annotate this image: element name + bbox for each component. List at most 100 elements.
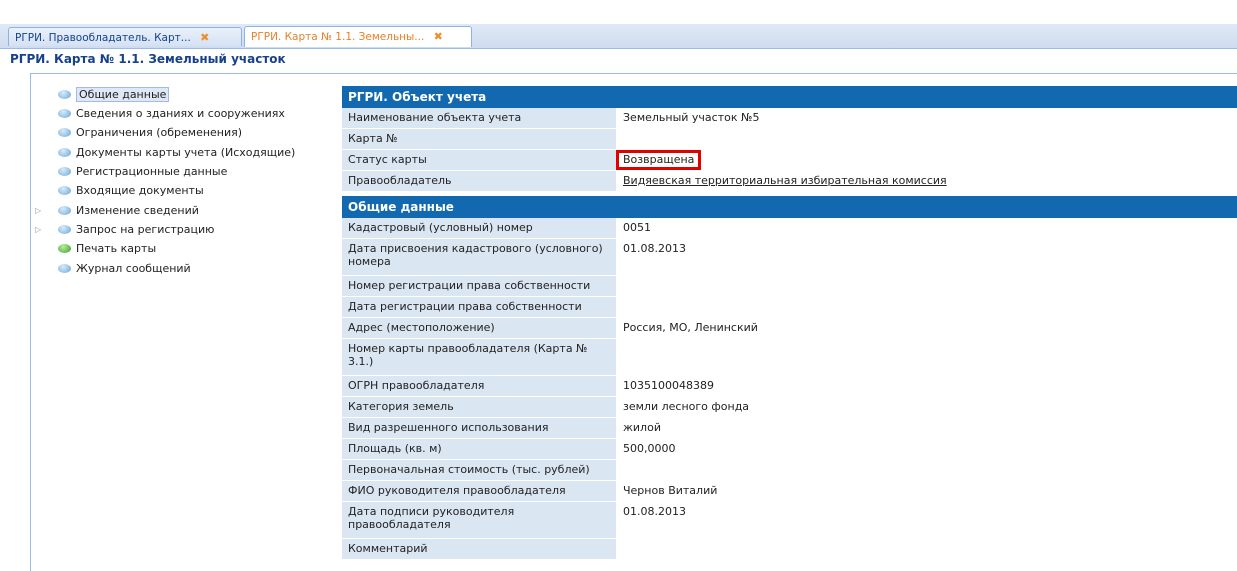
tree-item-buildings[interactable]: Сведения о зданиях и сооружениях — [58, 105, 285, 123]
property-row: Площадь (кв. м) 500,0000 — [342, 439, 1237, 460]
tree-item-label: Журнал сообщений — [76, 262, 191, 275]
property-value: 500,0000 — [617, 439, 1237, 459]
tab-label: РГРИ. Карта № 1.1. Земельны... — [251, 31, 425, 43]
close-icon[interactable]: ✖ — [434, 30, 443, 43]
tree-item-outgoing-documents[interactable]: Документы карты учета (Исходящие) — [58, 144, 295, 162]
tree-item-label: Регистрационные данные — [76, 165, 228, 178]
rightholder-link[interactable]: Видяевская территориальная избирательная… — [623, 174, 947, 187]
property-value — [617, 539, 1237, 559]
tree-item-changes[interactable]: ▷ Изменение сведений — [35, 202, 199, 220]
property-value: 01.08.2013 — [617, 502, 1237, 538]
property-value: Россия, МО, Ленинский — [617, 318, 1237, 338]
property-label: Категория земель — [342, 397, 617, 417]
property-label: Адрес (местоположение) — [342, 318, 617, 338]
tree-item-label: Изменение сведений — [76, 204, 199, 217]
info-icon — [58, 147, 71, 157]
property-row: Номер регистрации права собственности — [342, 276, 1237, 297]
property-row: Правообладатель Видяевская территориальн… — [342, 171, 1237, 192]
property-label: ОГРН правообладателя — [342, 376, 617, 396]
top-band — [0, 0, 1237, 24]
property-row: ФИО руководителя правообладателя Чернов … — [342, 481, 1237, 502]
property-value: Земельный участок №5 — [617, 108, 1237, 128]
property-label: Номер регистрации права собственности — [342, 276, 617, 296]
tree-item-label: Запрос на регистрацию — [76, 223, 215, 236]
info-icon — [58, 185, 71, 195]
property-label: Дата регистрации права собственности — [342, 297, 617, 317]
property-value: 01.08.2013 — [617, 239, 1237, 275]
property-label: Дата присвоения кадастрового (условного)… — [342, 239, 617, 275]
property-label: Кадастровый (условный) номер — [342, 218, 617, 238]
tree-item-label: Ограничения (обременения) — [76, 126, 243, 139]
page-title: РГРИ. Карта № 1.1. Земельный участок — [0, 49, 1237, 73]
property-row: Комментарий — [342, 539, 1237, 560]
property-value: 0051 — [617, 218, 1237, 238]
property-label: Наименование объекта учета — [342, 108, 617, 128]
property-row: Кадастровый (условный) номер 0051 — [342, 218, 1237, 239]
tab-bar: РГРИ. Правообладатель. Карт... ✖ РГРИ. К… — [0, 24, 1237, 49]
tree-item-registration-data[interactable]: Регистрационные данные — [58, 163, 227, 181]
main-panel: Общие данные Сведения о зданиях и сооруж… — [30, 73, 1237, 571]
property-row: Дата подписи руководителя правообладател… — [342, 502, 1237, 539]
property-row: Категория земель земли лесного фонда — [342, 397, 1237, 418]
property-label: Номер карты правообладателя (Карта № 3.1… — [342, 339, 617, 375]
property-value: Возвращена — [616, 150, 1237, 170]
info-icon — [58, 108, 71, 118]
tab-label: РГРИ. Правообладатель. Карт... — [15, 32, 191, 44]
info-icon — [58, 224, 71, 234]
section-header-general: Общие данные — [342, 196, 1237, 218]
property-label: Первоначальная стоимость (тыс. рублей) — [342, 460, 617, 480]
tree-item-label: Документы карты учета (Исходящие) — [76, 146, 296, 159]
tree-item-label: Печать карты — [76, 242, 157, 255]
property-value: земли лесного фонда — [617, 397, 1237, 417]
navigation-tree: Общие данные Сведения о зданиях и сооруж… — [31, 74, 341, 571]
close-icon[interactable]: ✖ — [200, 31, 209, 44]
info-icon — [58, 205, 71, 215]
info-icon — [58, 263, 71, 273]
property-label: Комментарий — [342, 539, 617, 559]
property-row: Карта № — [342, 129, 1237, 150]
property-label: Площадь (кв. м) — [342, 439, 617, 459]
property-row: Дата регистрации права собственности — [342, 297, 1237, 318]
tree-item-general-data[interactable]: Общие данные — [58, 86, 170, 104]
tree-item-restrictions[interactable]: Ограничения (обременения) — [58, 124, 242, 142]
info-icon — [58, 166, 71, 176]
property-value — [617, 339, 1237, 375]
property-label: Вид разрешенного использования — [342, 418, 617, 438]
property-value: жилой — [617, 418, 1237, 438]
property-label: Правообладатель — [342, 171, 617, 191]
property-value — [617, 129, 1237, 149]
print-icon — [58, 243, 71, 253]
expand-arrow-icon[interactable]: ▷ — [35, 202, 41, 220]
status-badge: Возвращена — [616, 150, 702, 170]
tree-item-message-log[interactable]: Журнал сообщений — [58, 260, 191, 278]
info-icon — [58, 127, 71, 137]
tree-item-registration-request[interactable]: ▷ Запрос на регистрацию — [35, 221, 215, 239]
tab-land-plot-card[interactable]: РГРИ. Карта № 1.1. Земельны... ✖ — [244, 26, 472, 47]
tab-rightholder-card[interactable]: РГРИ. Правообладатель. Карт... ✖ — [8, 27, 242, 46]
tree-item-print-card[interactable]: Печать карты — [58, 240, 156, 258]
property-value — [617, 460, 1237, 480]
tree-item-label: Общие данные — [76, 87, 170, 102]
property-row: Статус карты Возвращена — [342, 150, 1237, 171]
property-value: Чернов Виталий — [617, 481, 1237, 501]
property-value — [617, 276, 1237, 296]
property-row: Адрес (местоположение) Россия, МО, Ленин… — [342, 318, 1237, 339]
property-grid: РГРИ. Объект учета Наименование объекта … — [342, 86, 1237, 560]
property-label: Карта № — [342, 129, 617, 149]
property-label: Статус карты — [342, 150, 617, 170]
property-value: Видяевская территориальная избирательная… — [617, 171, 1237, 191]
property-label: Дата подписи руководителя правообладател… — [342, 502, 617, 538]
property-row: Номер карты правообладателя (Карта № 3.1… — [342, 339, 1237, 376]
expand-arrow-icon[interactable]: ▷ — [35, 221, 41, 239]
info-icon — [58, 89, 71, 99]
property-row: Первоначальная стоимость (тыс. рублей) — [342, 460, 1237, 481]
property-row: Вид разрешенного использования жилой — [342, 418, 1237, 439]
tree-item-label: Сведения о зданиях и сооружениях — [76, 107, 285, 120]
section-header-object: РГРИ. Объект учета — [342, 86, 1237, 108]
tree-item-incoming-documents[interactable]: Входящие документы — [58, 182, 204, 200]
property-value — [617, 297, 1237, 317]
property-label: ФИО руководителя правообладателя — [342, 481, 617, 501]
property-row: ОГРН правообладателя 1035100048389 — [342, 376, 1237, 397]
property-row: Дата присвоения кадастрового (условного)… — [342, 239, 1237, 276]
tree-item-label: Входящие документы — [76, 184, 204, 197]
